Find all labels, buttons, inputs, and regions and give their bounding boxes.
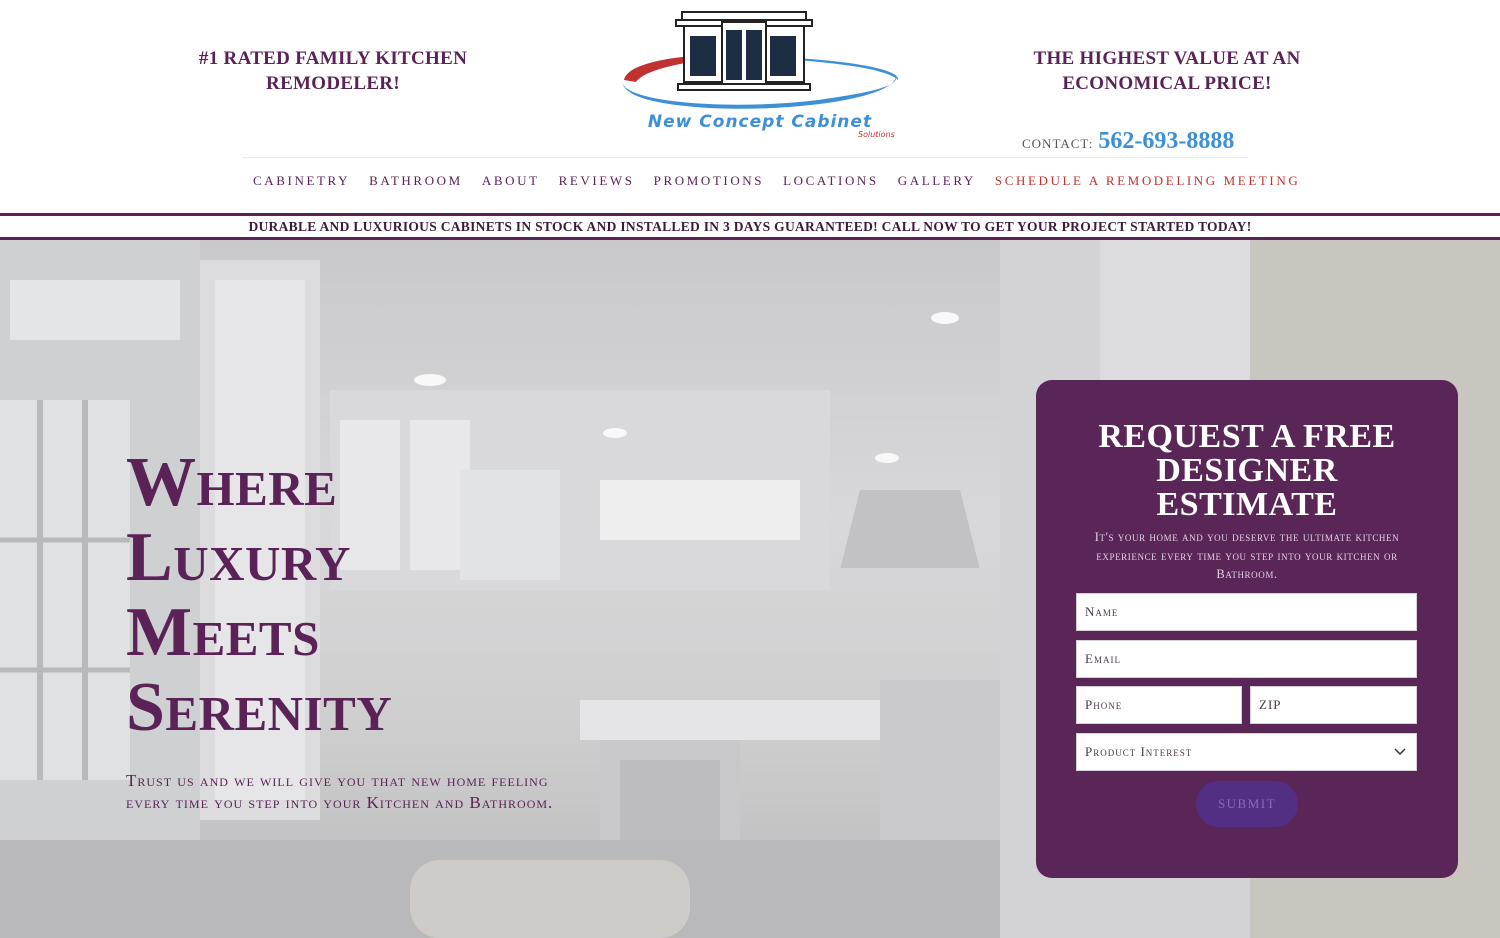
email-field[interactable]: Email — [1076, 640, 1417, 678]
name-field[interactable]: Name — [1076, 593, 1417, 631]
contact-phone-link[interactable]: 562-693-8888 — [1098, 128, 1234, 154]
tagline-right: The Highest Value at an Economical Price… — [987, 46, 1347, 96]
product-interest-label: Product Interest — [1085, 744, 1193, 759]
logo-text: New Concept Cabinet — [647, 112, 873, 132]
hero-headline: Where Luxury Meets Serenity — [126, 445, 646, 745]
hero-subtitle-line2: every time you step into your Kitchen an… — [126, 793, 554, 812]
promo-banner: Durable and luxurious cabinets in stock … — [0, 213, 1500, 240]
nav-item-reviews[interactable]: Reviews — [559, 173, 635, 189]
estimate-form-title-line3: Estimate — [1156, 486, 1338, 523]
estimate-form-title-line1: Request a Free — [1098, 418, 1396, 455]
hero-headline-line: Luxury — [126, 519, 351, 596]
logo-subtext: Solutions — [858, 130, 895, 139]
nav-divider — [242, 157, 1248, 158]
nav-item-about[interactable]: About — [482, 173, 540, 189]
chevron-down-icon — [1394, 748, 1406, 756]
tagline-right-line2: Economical Price! — [1062, 73, 1272, 94]
contact-info: Contact: 562-693-8888 — [1022, 128, 1234, 155]
cabinet-logo-icon — [622, 11, 899, 109]
tagline-left: #1 Rated Family Kitchen Remodeler! — [153, 46, 513, 96]
site-logo[interactable]: New Concept Cabinet Solutions — [618, 8, 902, 144]
hero-subtitle-line1: Trust us and we will give you that new h… — [126, 771, 549, 790]
estimate-form-description: It's your home and you deserve the ultim… — [1094, 530, 1400, 581]
nav-item-schedule-meeting[interactable]: Schedule a Remodeling Meeting — [995, 173, 1300, 189]
estimate-form-title-line2: Designer — [1156, 452, 1338, 489]
nav-item-locations[interactable]: Locations — [783, 173, 879, 189]
main-nav: Cabinetry Bathroom About Reviews Promoti… — [253, 173, 1300, 189]
hero-headline-line: Serenity — [126, 669, 393, 746]
product-interest-select[interactable]: Product Interest — [1076, 733, 1417, 771]
contact-label: Contact: — [1022, 136, 1094, 151]
estimate-form-card: Request a Free Designer Estimate It's yo… — [1036, 380, 1458, 878]
nav-item-cabinetry[interactable]: Cabinetry — [253, 173, 350, 189]
hero-subtitle: Trust us and we will give you that new h… — [126, 770, 646, 814]
submit-button[interactable]: Submit — [1196, 781, 1298, 827]
tagline-left-line1: #1 Rated Family Kitchen — [198, 48, 468, 69]
hero-headline-line: Where — [126, 444, 338, 521]
tagline-right-line1: The Highest Value at an — [1033, 48, 1301, 69]
nav-item-promotions[interactable]: Promotions — [654, 173, 765, 189]
estimate-form-title: Request a Free Designer Estimate — [1036, 420, 1458, 522]
zip-field[interactable]: ZIP — [1250, 686, 1417, 724]
tagline-left-line2: Remodeler! — [266, 73, 400, 94]
site-header: #1 Rated Family Kitchen Remodeler! New C… — [0, 0, 1500, 213]
nav-item-bathroom[interactable]: Bathroom — [369, 173, 463, 189]
phone-field[interactable]: Phone — [1076, 686, 1242, 724]
hero-headline-line: Meets — [126, 594, 320, 671]
nav-item-gallery[interactable]: Gallery — [898, 173, 976, 189]
